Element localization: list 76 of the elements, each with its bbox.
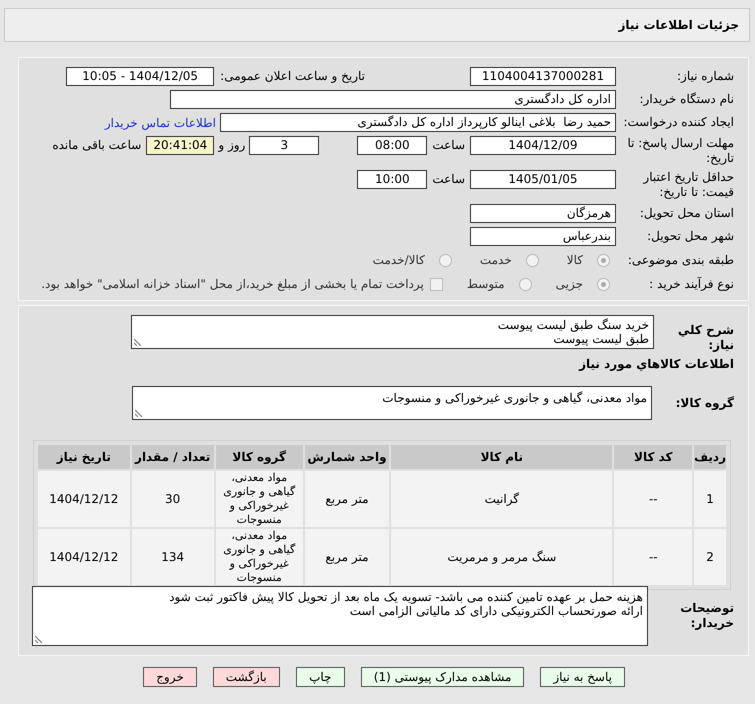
field-label: ساعت <box>432 137 465 154</box>
radio-button[interactable] <box>526 254 539 266</box>
field-label: گروه كالا: <box>674 396 734 410</box>
table-cell: مواد معدنی، گیاهی و جانوری غیرخوراکی و منسوجات <box>216 529 303 585</box>
column-header: ردیف <box>694 445 726 469</box>
table-cell: 30 <box>132 471 214 527</box>
table-cell: مواد معدنی، گیاهی و جانوری غیرخوراکی و منسوجات <box>216 471 303 527</box>
table-cell: -- <box>614 471 692 527</box>
table-cell: متر مربع <box>304 471 390 527</box>
field-label: شرح کلي نياز: <box>676 323 734 353</box>
column-header: کد کالا <box>614 445 692 469</box>
input-field[interactable]: حمید رضا بلاغی اینالو کارپرداز اداره کل دادگستری <box>220 113 616 132</box>
input-field[interactable]: 3 <box>249 136 320 155</box>
radio-button[interactable] <box>597 254 610 266</box>
radio-label: جزیی <box>556 276 583 293</box>
field-label: استان محل تحویل: <box>638 206 734 221</box>
contact-link[interactable]: اطلاعات تماس خریدار <box>104 114 216 132</box>
input-field[interactable]: 1404/12/05 - 10:05 <box>66 67 214 86</box>
field-label: تاریخ و ساعت اعلان عمومی: <box>220 69 365 84</box>
table-cell: 134 <box>132 529 214 585</box>
radio-label: متوسط <box>466 276 505 293</box>
resize-handle-icon[interactable] <box>134 338 142 346</box>
text-area[interactable]: مواد معدنی، گیاهی و جانوری غیرخوراکی و منسوجات <box>132 386 652 420</box>
radio-button[interactable] <box>518 278 532 290</box>
radio-label: کالا/خدمت <box>372 252 425 269</box>
input-field[interactable]: 08:00 <box>357 136 428 155</box>
table-cell: 1404/12/12 <box>38 529 130 585</box>
countdown-field: 20:41:04 <box>146 136 214 155</box>
checkbox[interactable] <box>430 278 443 290</box>
field-label: ساعت <box>432 171 465 188</box>
table-cell: گرانیت <box>391 471 612 527</box>
text-area[interactable]: هزینه حمل بر عهده تامین کننده می باشد- تسویه یک ماه بعد از تحویل کالا پیش فاکتور ثبت شود ارائه صورتحساب الکترونیکی دارای کد مالیاتی الزامی است <box>32 586 648 646</box>
action-button[interactable]: بازگشت <box>212 667 280 687</box>
field-label: نام دستگاه خریدار: <box>638 92 734 107</box>
resize-handle-icon[interactable] <box>135 409 143 417</box>
input-field[interactable]: 1404/12/09 <box>470 136 616 155</box>
table-cell: سنگ مرمر و مرمریت <box>391 529 612 585</box>
input-field[interactable]: 1104004137000281 <box>470 67 616 86</box>
column-header: نام کالا <box>391 445 612 469</box>
column-header: واحد شمارش <box>304 445 390 469</box>
field-label: ایجاد کننده درخواست: <box>622 115 734 130</box>
page-title: جزئیات اطلاعات نیاز <box>618 17 739 34</box>
resize-handle-icon[interactable] <box>35 635 43 643</box>
input-field[interactable]: هرمزگان <box>470 204 616 223</box>
radio-button[interactable] <box>438 254 452 266</box>
checkbox-label: پرداخت تمام یا بخشی از مبلغ خرید،از محل "اسناد خزانه اسلامی" خواهد بود. <box>41 276 424 293</box>
input-field[interactable]: بندرعباس <box>470 227 616 246</box>
field-label: شماره نیاز: <box>676 69 734 84</box>
field-label: توضیحات خریدار: <box>679 601 734 631</box>
column-header: تاریخ نیاز <box>38 445 130 469</box>
input-field[interactable]: 1405/01/05 <box>470 170 616 189</box>
field-label: مهلت ارسال پاسخ: تا تاریخ: <box>626 136 734 166</box>
table-cell: 1404/12/12 <box>38 471 130 527</box>
section-title: اطلاعات كالاهاي مورد نياز <box>579 356 734 373</box>
action-button[interactable]: چاپ <box>296 667 345 687</box>
text-area[interactable]: خرید سنگ طبق لیست پیوست طبق لیست پیوست <box>131 315 654 349</box>
table-cell: متر مربع <box>304 529 390 585</box>
field-label: روز و <box>218 137 246 154</box>
action-button[interactable]: خروج <box>143 667 197 687</box>
column-header: گروه کالا <box>216 445 303 469</box>
table-cell: 2 <box>694 529 726 585</box>
field-label: شهر محل تحویل: <box>646 229 734 244</box>
input-field[interactable]: اداره کل دادگستری <box>170 90 616 109</box>
table-cell: -- <box>614 529 692 585</box>
radio-label: خدمت <box>480 252 512 269</box>
field-label: حداقل تاریخ اعتبار قیمت: تا تاریخ: <box>642 170 734 200</box>
field-label: طبقه بندی موضوعی: <box>626 252 734 268</box>
radio-button[interactable] <box>597 278 610 290</box>
action-button[interactable]: پاسخ به نیاز <box>540 667 625 687</box>
radio-label: کالا <box>566 252 583 269</box>
column-header: تعداد / مقدار <box>132 445 214 469</box>
table-cell: 1 <box>694 471 726 527</box>
input-field[interactable]: 10:00 <box>357 170 428 189</box>
action-button[interactable]: مشاهده مدارک پیوستی (1) <box>360 667 524 687</box>
field-label: نوع فرآیند خرید : <box>648 276 734 292</box>
field-label: ساعت باقی مانده <box>52 137 142 154</box>
